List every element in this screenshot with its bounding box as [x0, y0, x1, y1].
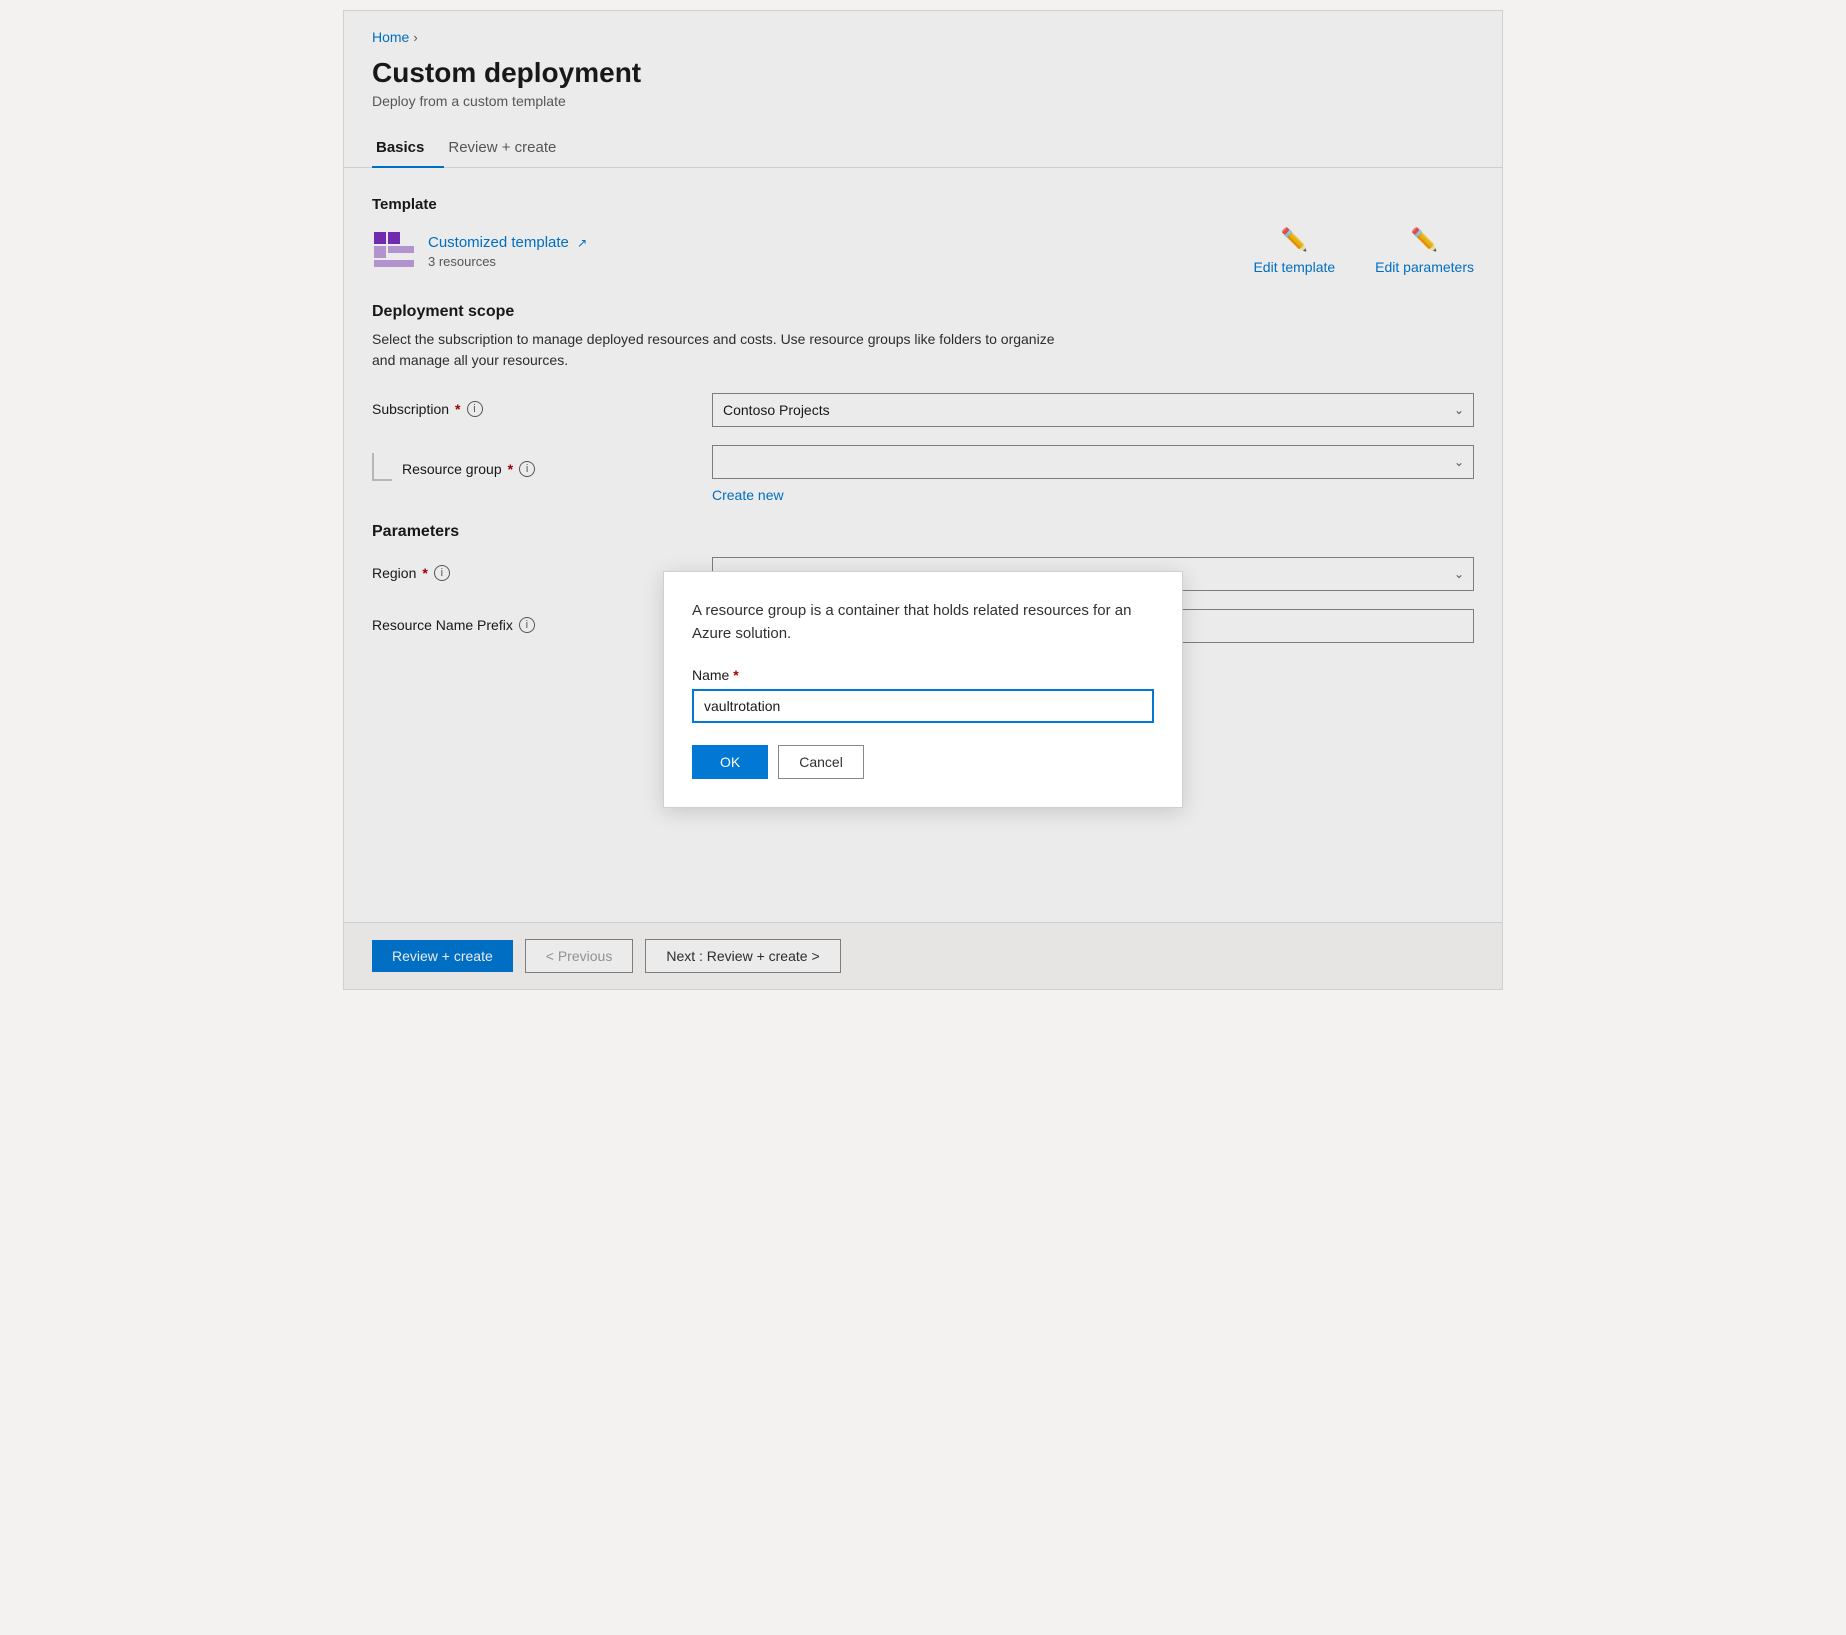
page-container: Home › Custom deployment Deploy from a c… — [343, 10, 1503, 990]
dialog-cancel-button[interactable]: Cancel — [778, 745, 864, 779]
dialog-name-input[interactable] — [692, 689, 1154, 723]
dialog-ok-button[interactable]: OK — [692, 745, 768, 779]
dialog-buttons: OK Cancel — [692, 745, 1154, 779]
dialog-name-label: Name * — [692, 667, 1154, 683]
dialog-box: A resource group is a container that hol… — [663, 571, 1183, 808]
dialog-name-required: * — [733, 667, 738, 683]
dialog-overlay: A resource group is a container that hol… — [344, 11, 1502, 989]
dialog-description: A resource group is a container that hol… — [692, 600, 1154, 645]
